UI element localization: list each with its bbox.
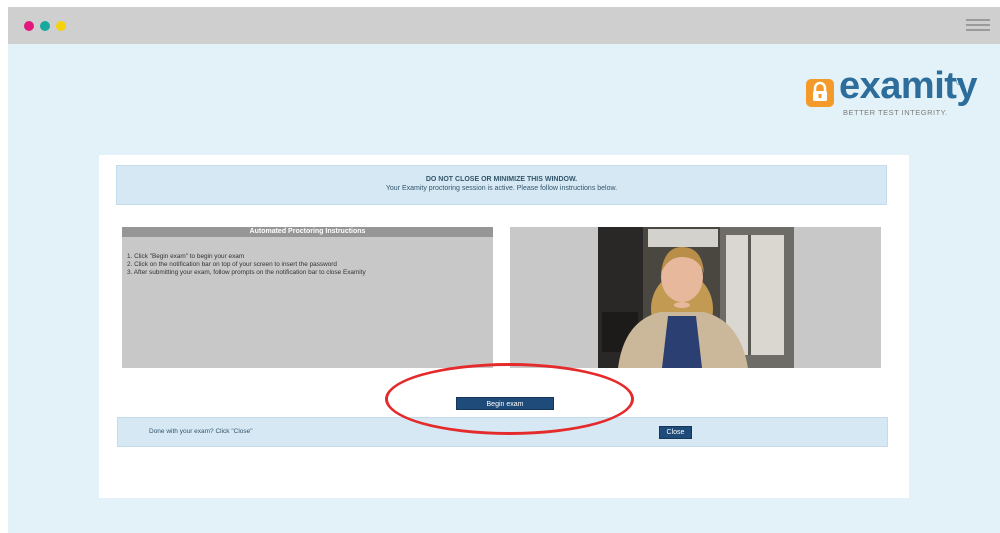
instructions-list: 1. Click "Begin exam" to begin your exam… <box>122 253 493 277</box>
close-button[interactable]: Close <box>659 426 692 439</box>
proctoring-panel: DO NOT CLOSE OR MINIMIZE THIS WINDOW. Yo… <box>99 155 909 498</box>
instruction-item: 2. Click on the notification bar on top … <box>127 261 337 268</box>
webcam-feed <box>598 227 794 368</box>
webcam-panel <box>510 227 881 368</box>
alert-title: DO NOT CLOSE OR MINIMIZE THIS WINDOW. <box>425 176 578 183</box>
registered-mark: ® <box>956 77 963 87</box>
alert-message: Your Examity proctoring session is activ… <box>385 185 618 192</box>
done-prompt: Done with your exam? Click "Close" <box>149 428 253 435</box>
minimize-dot-icon[interactable] <box>40 21 50 31</box>
menu-icon[interactable] <box>966 19 990 31</box>
browser-window: examity ® BETTER TEST INTEGRITY. DO NOT … <box>8 7 1000 533</box>
close-dot-icon[interactable] <box>24 21 34 31</box>
maximize-dot-icon[interactable] <box>56 21 66 31</box>
logo-tagline: BETTER TEST INTEGRITY. <box>843 108 948 117</box>
window-titlebar <box>8 7 1000 44</box>
examity-logo: examity ® BETTER TEST INTEGRITY. <box>806 65 978 127</box>
lock-icon <box>806 79 834 107</box>
instructions-box: Automated Proctoring Instructions 1. Cli… <box>122 227 493 368</box>
instructions-heading: Automated Proctoring Instructions <box>122 227 493 237</box>
instruction-item: 3. After submitting your exam, follow pr… <box>127 269 366 276</box>
instruction-item: 1. Click "Begin exam" to begin your exam <box>127 253 245 260</box>
highlight-circle-annotation <box>385 363 634 435</box>
session-alert: DO NOT CLOSE OR MINIMIZE THIS WINDOW. Yo… <box>116 165 887 205</box>
